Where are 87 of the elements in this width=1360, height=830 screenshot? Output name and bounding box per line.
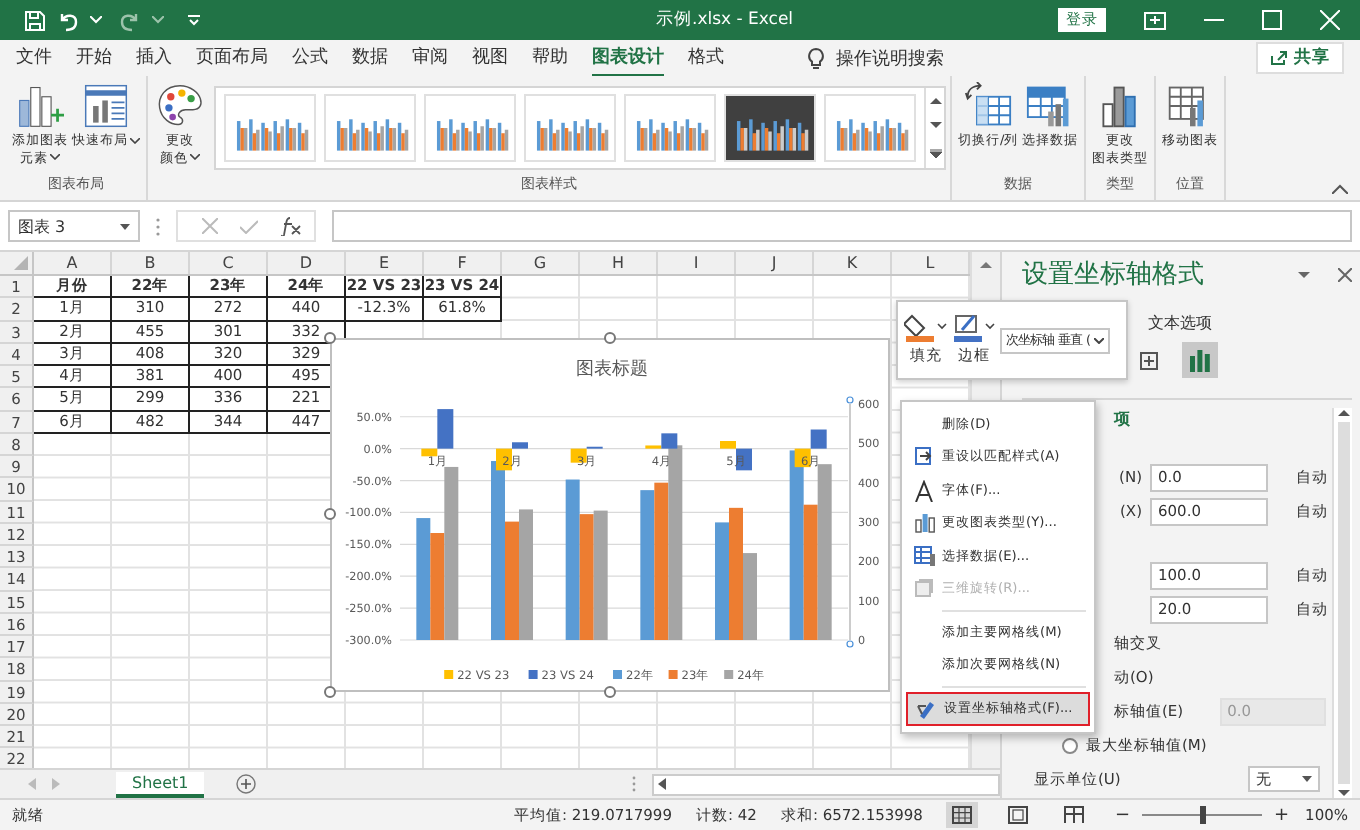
paint-bucket-icon <box>904 314 948 342</box>
column-header[interactable]: G <box>502 252 580 274</box>
format-icon <box>915 697 937 720</box>
section-heading[interactable]: 项 <box>1114 408 1130 458</box>
column-header[interactable]: A <box>34 252 112 274</box>
chart-style-thumbnail[interactable] <box>324 94 416 162</box>
resize-handle[interactable] <box>324 508 336 520</box>
close-icon[interactable] <box>1338 268 1352 282</box>
ribbon-tab[interactable]: 审阅 <box>412 39 448 77</box>
share-icon <box>1270 50 1288 66</box>
ribbon-tab[interactable]: 格式 <box>688 39 724 77</box>
ribbon-display-icon[interactable] <box>1144 11 1166 29</box>
ribbon-tab[interactable]: 数据 <box>352 39 388 77</box>
reset-icon <box>913 446 935 469</box>
caret-icon[interactable] <box>120 223 130 229</box>
resize-handle[interactable] <box>604 332 616 344</box>
share-button[interactable]: 共享 <box>1256 42 1344 74</box>
caret-icon[interactable] <box>152 16 164 24</box>
scroll-up-icon[interactable] <box>980 260 992 268</box>
name-box[interactable]: 图表 3 <box>8 210 140 242</box>
ribbon-tab[interactable]: 视图 <box>472 39 508 77</box>
formula-input[interactable] <box>332 210 1352 242</box>
font-icon <box>913 479 935 502</box>
ribbon-tab[interactable]: 开始 <box>76 39 112 77</box>
radio-button[interactable] <box>1062 737 1078 753</box>
palette-icon <box>154 82 206 130</box>
pen-icon <box>952 314 996 342</box>
column-header[interactable]: F <box>424 252 502 274</box>
column-header[interactable]: C <box>190 252 268 274</box>
caret-icon[interactable] <box>1302 776 1312 782</box>
dropdown-icon[interactable] <box>1298 271 1310 279</box>
more-icon <box>632 776 637 792</box>
ribbon-tab[interactable]: 公式 <box>292 39 328 77</box>
ribbon-tab[interactable]: 页面布局 <box>196 39 268 77</box>
scroll-up-icon[interactable] <box>929 96 941 105</box>
scroll-down-icon[interactable] <box>929 121 941 130</box>
pane-title: 设置坐标轴格式 <box>1022 260 1206 290</box>
save-icon[interactable] <box>24 9 46 31</box>
normal-view-icon[interactable] <box>946 802 979 828</box>
column-header[interactable]: D <box>268 252 346 274</box>
maximize-icon[interactable] <box>1262 10 1282 30</box>
chart-style-thumbnail[interactable] <box>724 94 816 162</box>
column-header[interactable]: H <box>580 252 658 274</box>
chart-style-thumbnail[interactable] <box>224 94 316 162</box>
column-header[interactable]: J <box>736 252 814 274</box>
chart-style-thumbnail[interactable] <box>824 94 916 162</box>
tell-me-search[interactable]: 操作说明搜索 <box>836 45 944 71</box>
lightbulb-icon <box>808 47 824 69</box>
pane-tab[interactable]: 文本选项 <box>1148 312 1212 334</box>
scroll-left-icon[interactable] <box>658 778 667 790</box>
rotate-icon <box>913 578 935 601</box>
customize-icon[interactable] <box>188 14 200 26</box>
window-title: 示例.xlsx - Excel <box>656 8 794 32</box>
caret-icon <box>1094 337 1105 343</box>
zoom-out-button[interactable]: − <box>1114 805 1130 825</box>
ribbon-tab[interactable]: 插入 <box>136 39 172 77</box>
column-header[interactable]: B <box>112 252 190 274</box>
undo-icon[interactable] <box>56 9 80 31</box>
redo-icon[interactable] <box>118 9 142 31</box>
minimize-icon[interactable] <box>1204 18 1224 22</box>
function-icon[interactable] <box>280 216 302 236</box>
switch-icon <box>962 82 1015 130</box>
add-sheet-icon[interactable] <box>236 774 257 794</box>
chart-style-thumbnail[interactable] <box>624 94 716 162</box>
vertical-scrollbar[interactable] <box>1332 408 1352 798</box>
chart-element-icon <box>14 82 66 130</box>
table-icon <box>913 545 935 568</box>
chart-style-thumbnail[interactable] <box>524 94 616 162</box>
zoom-in-button[interactable]: + <box>1274 805 1290 825</box>
more-icon[interactable] <box>929 147 941 160</box>
chart-style-thumbnail[interactable] <box>424 94 516 162</box>
ribbon-tab[interactable]: 文件 <box>16 39 52 77</box>
column-header[interactable]: I <box>658 252 736 274</box>
scrollbar-thumb[interactable] <box>1337 422 1349 784</box>
chart-title: 图表标题 <box>576 360 648 380</box>
horizontal-scrollbar[interactable] <box>652 773 1000 795</box>
sheet-tab[interactable]: Sheet1 <box>116 771 205 797</box>
column-header[interactable]: E <box>346 252 424 274</box>
collapse-ribbon-icon[interactable] <box>1332 184 1348 194</box>
check-icon[interactable] <box>240 219 258 233</box>
scroll-up-icon[interactable] <box>1337 408 1349 416</box>
column-header[interactable]: K <box>814 252 892 274</box>
ribbon-tab[interactable]: 帮助 <box>532 39 568 77</box>
bar-chart-icon[interactable] <box>1182 342 1218 378</box>
layout-icon <box>80 82 132 130</box>
bar-chart-icon <box>913 512 935 535</box>
resize-handle[interactable] <box>324 686 336 698</box>
